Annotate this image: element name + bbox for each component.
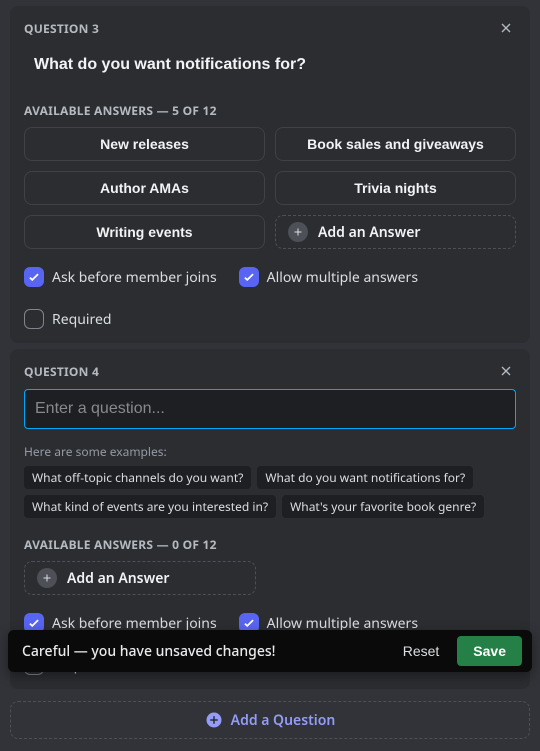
checkbox-label: Required bbox=[52, 310, 112, 329]
examples-label: Here are some examples: bbox=[24, 443, 516, 460]
example-chip[interactable]: What do you want notifications for? bbox=[257, 466, 473, 489]
answers-label: AVAILABLE ANSWERS — 0 OF 12 bbox=[24, 536, 516, 553]
checkbox-multiple[interactable]: Allow multiple answers bbox=[239, 267, 418, 287]
example-chip[interactable]: What's your favorite book genre? bbox=[282, 495, 484, 518]
answer-chip[interactable]: Book sales and giveaways bbox=[275, 127, 516, 161]
reset-button[interactable]: Reset bbox=[393, 637, 450, 665]
add-answer-label: Add an Answer bbox=[67, 569, 169, 588]
question-3-eyebrow: QUESTION 3 bbox=[24, 20, 99, 37]
example-chip[interactable]: What kind of events are you interested i… bbox=[24, 495, 276, 518]
answer-chip[interactable]: Author AMAs bbox=[24, 171, 265, 205]
answer-chip[interactable]: New releases bbox=[24, 127, 265, 161]
checkbox-label: Allow multiple answers bbox=[267, 268, 418, 287]
checkbox-required[interactable]: Required bbox=[24, 309, 112, 329]
add-question-label: Add a Question bbox=[231, 711, 336, 730]
add-question-button[interactable]: Add a Question bbox=[10, 701, 530, 739]
checkbox-ask-before[interactable]: Ask before member joins bbox=[24, 267, 217, 287]
add-answer-button[interactable]: Add an Answer bbox=[275, 215, 516, 249]
examples-row: What off-topic channels do you want? Wha… bbox=[24, 466, 516, 518]
question-4-input[interactable] bbox=[24, 389, 516, 429]
add-answer-label: Add an Answer bbox=[318, 223, 420, 242]
answer-chip[interactable]: Trivia nights bbox=[275, 171, 516, 205]
close-icon[interactable] bbox=[496, 361, 516, 381]
answer-chip[interactable]: Writing events bbox=[24, 215, 265, 249]
checkbox-label: Ask before member joins bbox=[52, 268, 217, 287]
save-button[interactable]: Save bbox=[457, 636, 522, 666]
add-answer-button[interactable]: Add an Answer bbox=[24, 561, 256, 595]
plus-circle-icon bbox=[37, 568, 57, 588]
answers-grid: New releases Book sales and giveaways Au… bbox=[24, 127, 516, 249]
close-icon[interactable] bbox=[496, 18, 516, 38]
unsaved-message: Careful — you have unsaved changes! bbox=[22, 642, 385, 661]
question-4-eyebrow: QUESTION 4 bbox=[24, 363, 99, 380]
question-3-panel: QUESTION 3 AVAILABLE ANSWERS — 5 OF 12 N… bbox=[10, 6, 530, 343]
answers-label: AVAILABLE ANSWERS — 5 OF 12 bbox=[24, 102, 516, 119]
unsaved-changes-bar: Careful — you have unsaved changes! Rese… bbox=[8, 630, 532, 672]
plus-circle-icon bbox=[205, 711, 223, 729]
plus-circle-icon bbox=[288, 222, 308, 242]
example-chip[interactable]: What off-topic channels do you want? bbox=[24, 466, 251, 489]
question-3-input[interactable] bbox=[24, 46, 516, 84]
